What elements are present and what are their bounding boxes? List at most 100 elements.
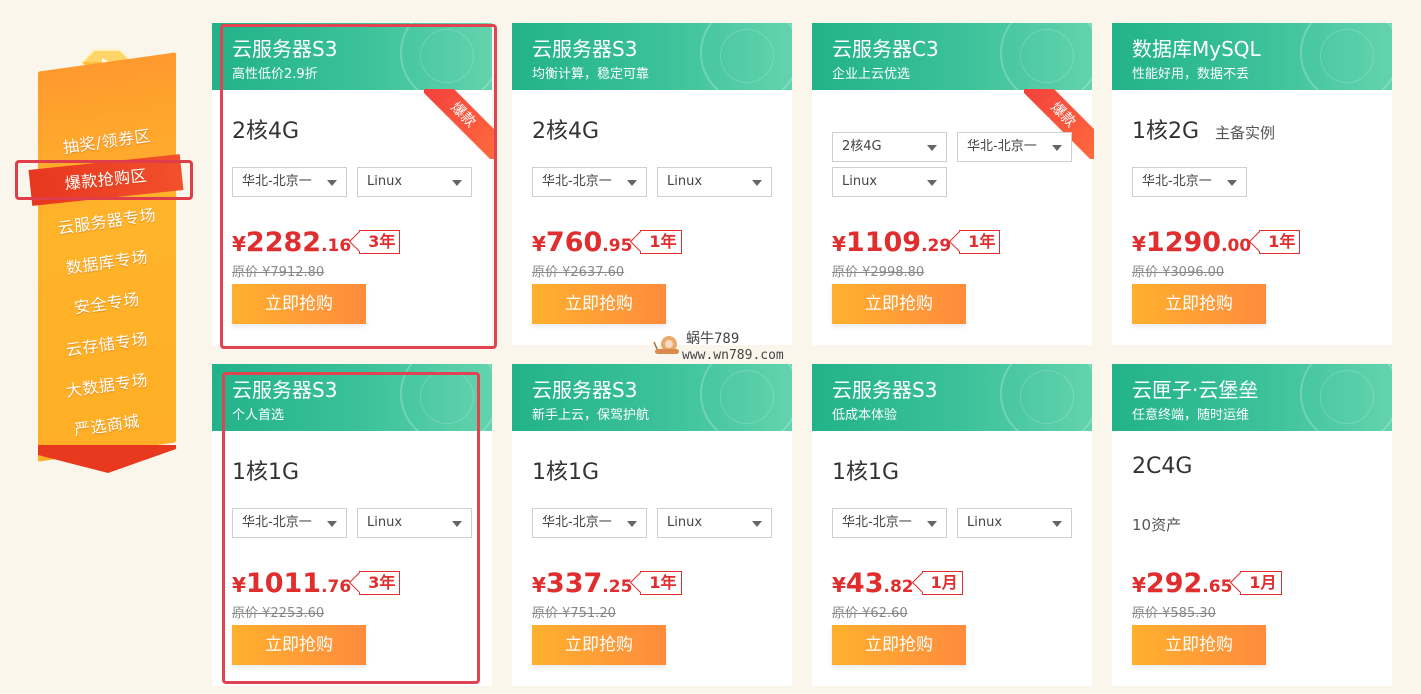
chevron-down-icon: [927, 145, 937, 151]
chevron-down-icon: [452, 521, 462, 527]
original-price: 原价 ¥62.60: [832, 606, 908, 621]
card-subtitle: 企业上云优选: [832, 67, 911, 82]
term-badge: 1月: [921, 571, 963, 595]
os-select[interactable]: Linux: [357, 508, 472, 538]
card-header: 数据库MySQL 性能好用，数据不丢: [1112, 23, 1392, 90]
card-price: ¥337.25 1年: [532, 568, 682, 599]
os-select[interactable]: Linux: [832, 167, 947, 197]
chevron-down-icon: [752, 521, 762, 527]
card-price: ¥1109.29 1年: [832, 227, 1001, 258]
term-badge: 3年: [359, 230, 401, 254]
term-badge: 1年: [1259, 230, 1301, 254]
chevron-down-icon: [1052, 145, 1062, 151]
chevron-down-icon: [752, 180, 762, 186]
card-price: ¥1011.76 3年: [232, 568, 401, 599]
card-subtitle: 高性低价2.9折: [232, 67, 318, 82]
product-card: 云服务器C3 企业上云优选 爆款 2核4G 华北-北京一 Linux ¥1109…: [812, 23, 1094, 345]
card-spec: 2核4G: [532, 119, 600, 144]
watermark: 蜗牛789 www.wn789.com: [652, 326, 784, 366]
card-price: ¥1290.00 1年: [1132, 227, 1301, 258]
card-title: 数据库MySQL: [1132, 37, 1261, 61]
product-card: 云服务器S3 个人首选 1核1G 华北-北京一 Linux ¥1011.76 3年…: [212, 364, 492, 686]
original-price: 原价 ¥585.30: [1132, 606, 1216, 621]
original-price: 原价 ¥3096.00: [1132, 265, 1225, 280]
product-card: 云服务器S3 均衡计算，稳定可靠 2核4G 华北-北京一 Linux ¥760.…: [512, 23, 792, 345]
region-select[interactable]: 华北-北京一: [532, 167, 647, 197]
card-price: ¥2282.16 3年: [232, 227, 401, 258]
card-title: 云服务器S3: [532, 378, 638, 402]
card-subtitle: 低成本体验: [832, 408, 898, 423]
os-select[interactable]: Linux: [657, 167, 772, 197]
product-card: 云服务器S3 新手上云，保驾护航 1核1G 华北-北京一 Linux ¥337.…: [512, 364, 792, 686]
original-price: 原价 ¥2253.60: [232, 606, 325, 621]
card-spec: 2核4G: [232, 119, 300, 144]
chevron-down-icon: [627, 521, 637, 527]
chevron-down-icon: [627, 180, 637, 186]
buy-now-button[interactable]: 立即抢购: [832, 284, 966, 324]
term-badge: 1月: [1240, 571, 1282, 595]
term-badge: 1年: [959, 230, 1001, 254]
chevron-down-icon: [1052, 521, 1062, 527]
product-card: 云匣子·云堡垒 任意终端，随时运维 2C4G 10资产 ¥292.65 1月 原价…: [1112, 364, 1392, 686]
product-card: 云服务器S3 高性低价2.9折 爆款 2核4G 华北-北京一 Linux ¥22…: [212, 23, 494, 345]
buy-now-button[interactable]: 立即抢购: [1132, 284, 1266, 324]
card-spec: 1核1G: [532, 460, 600, 485]
product-card: 云服务器S3 低成本体验 1核1G 华北-北京一 Linux ¥43.82 1月 …: [812, 364, 1092, 686]
region-select[interactable]: 华北-北京一: [532, 508, 647, 538]
product-card: 数据库MySQL 性能好用，数据不丢 1核2G 主备实例 华北-北京一 ¥1290…: [1112, 23, 1392, 345]
card-header: 云服务器S3 高性低价2.9折: [212, 23, 492, 90]
region-select[interactable]: 华北-北京一: [832, 508, 947, 538]
card-header: 云服务器S3 低成本体验: [812, 364, 1092, 431]
asset-count: 10资产: [1132, 516, 1182, 534]
os-select[interactable]: Linux: [357, 167, 472, 197]
card-header: 云匣子·云堡垒 任意终端，随时运维: [1112, 364, 1392, 431]
os-select[interactable]: Linux: [657, 508, 772, 538]
card-subtitle: 任意终端，随时运维: [1132, 408, 1250, 423]
card-title: 云服务器C3: [832, 37, 939, 61]
card-price: ¥292.65 1月: [1132, 568, 1282, 599]
chevron-down-icon: [327, 521, 337, 527]
original-price: 原价 ¥751.20: [532, 606, 616, 621]
chevron-down-icon: [327, 180, 337, 186]
nav-active-highlight: [15, 160, 193, 200]
card-header: 云服务器S3 个人首选: [212, 364, 492, 431]
buy-now-button[interactable]: 立即抢购: [232, 625, 366, 665]
original-price: 原价 ¥7912.80: [232, 265, 325, 280]
buy-now-button[interactable]: 立即抢购: [1132, 625, 1266, 665]
snail-logo-icon: [653, 336, 679, 354]
term-badge: 1年: [640, 230, 682, 254]
card-header: 云服务器S3 新手上云，保驾护航: [512, 364, 792, 431]
chevron-down-icon: [1227, 180, 1237, 186]
card-title: 云服务器S3: [532, 37, 638, 61]
card-subtitle: 新手上云，保驾护航: [532, 408, 650, 423]
term-badge: 3年: [359, 571, 401, 595]
card-subtitle: 性能好用，数据不丢: [1132, 67, 1250, 82]
card-spec: 2C4G: [1132, 454, 1193, 479]
chevron-down-icon: [927, 180, 937, 186]
card-title: 云匣子·云堡垒: [1132, 378, 1259, 402]
card-title: 云服务器S3: [232, 37, 338, 61]
original-price: 原价 ¥2998.80: [832, 265, 925, 280]
original-price: 原价 ¥2637.60: [532, 265, 625, 280]
region-select[interactable]: 华北-北京一: [1132, 167, 1247, 197]
region-select[interactable]: 华北-北京一: [232, 167, 347, 197]
card-title: 云服务器S3: [232, 378, 338, 402]
term-badge: 1年: [640, 571, 682, 595]
region-select[interactable]: 华北-北京一: [232, 508, 347, 538]
buy-now-button[interactable]: 立即抢购: [532, 284, 666, 324]
buy-now-button[interactable]: 立即抢购: [532, 625, 666, 665]
card-spec: 1核1G: [832, 460, 900, 485]
card-header: 云服务器S3 均衡计算，稳定可靠: [512, 23, 792, 90]
chevron-down-icon: [452, 180, 462, 186]
card-header: 云服务器C3 企业上云优选: [812, 23, 1092, 90]
buy-now-button[interactable]: 立即抢购: [232, 284, 366, 324]
region-select[interactable]: 华北-北京一: [957, 132, 1072, 162]
os-select[interactable]: Linux: [957, 508, 1072, 538]
category-nav: 抽奖/领券区 爆款抢购区 云服务器专场 数据库专场 安全专场 云存储专场 大数据…: [0, 0, 205, 694]
card-title: 云服务器S3: [832, 378, 938, 402]
card-spec: 1核1G: [232, 460, 300, 485]
card-subtitle: 个人首选: [232, 408, 285, 423]
spec-select[interactable]: 2核4G: [832, 132, 947, 162]
buy-now-button[interactable]: 立即抢购: [832, 625, 966, 665]
chevron-down-icon: [927, 521, 937, 527]
